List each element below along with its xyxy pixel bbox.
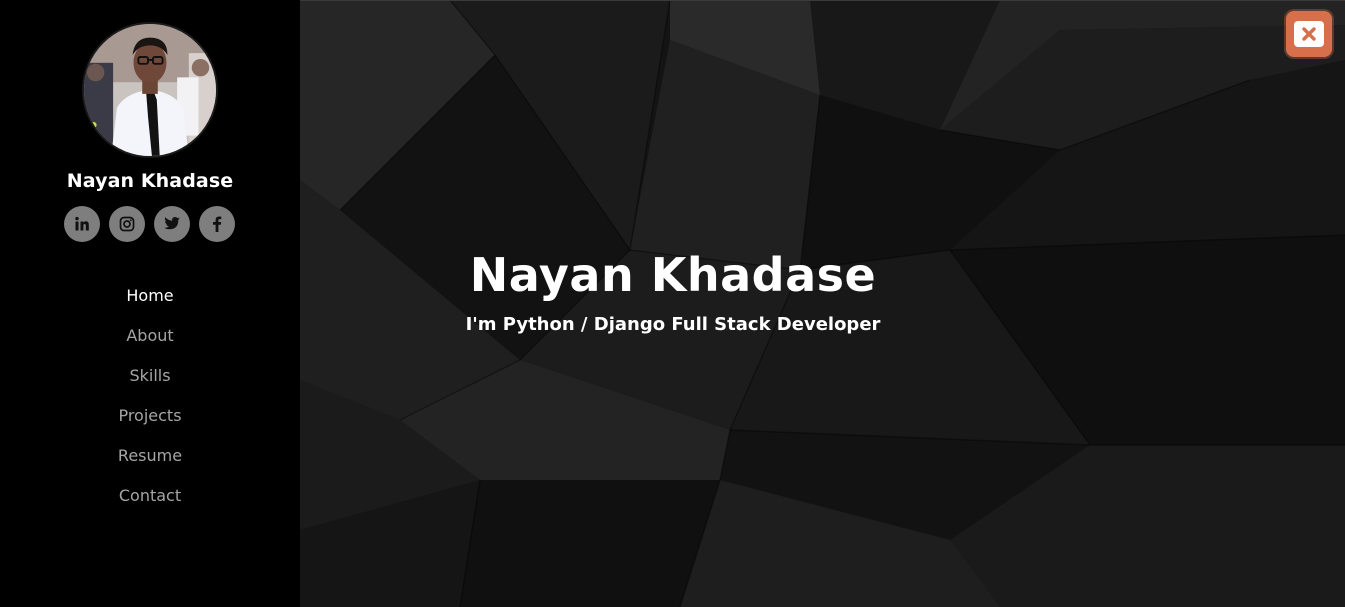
profile-photo-icon [84,24,216,156]
hero-title: Nayan Khadase [469,248,877,302]
close-icon [1302,27,1316,41]
avatar [82,22,218,158]
top-divider [300,0,1345,1]
sidebar: Nayan Khadase Home About Skills Projects… [0,0,300,607]
nav-item-about[interactable]: About [0,318,300,358]
sidebar-nav: Home About Skills Projects Resume Contac… [0,278,300,518]
twitter-link[interactable] [154,206,190,242]
twitter-icon [164,217,180,230]
facebook-link[interactable] [199,206,235,242]
linkedin-link[interactable] [64,206,100,242]
profile-name: Nayan Khadase [66,170,234,192]
hero-section: Nayan Khadase I'm Python / Django Full S… [300,0,1345,607]
portfolio-page: Nayan Khadase Home About Skills Projects… [0,0,1345,607]
nav-item-contact[interactable]: Contact [0,478,300,518]
instagram-link[interactable] [109,206,145,242]
nav-item-projects[interactable]: Projects [0,398,300,438]
hero-background [300,0,1345,607]
facebook-icon [213,216,222,232]
instagram-icon [119,216,135,232]
linkedin-icon [75,216,89,231]
close-button[interactable] [1286,11,1332,57]
nav-item-resume[interactable]: Resume [0,438,300,478]
close-icon-box [1294,21,1324,47]
hero-subtitle: I'm Python / Django Full Stack Developer [465,314,881,335]
nav-item-home[interactable]: Home [0,278,300,318]
nav-item-skills[interactable]: Skills [0,358,300,398]
